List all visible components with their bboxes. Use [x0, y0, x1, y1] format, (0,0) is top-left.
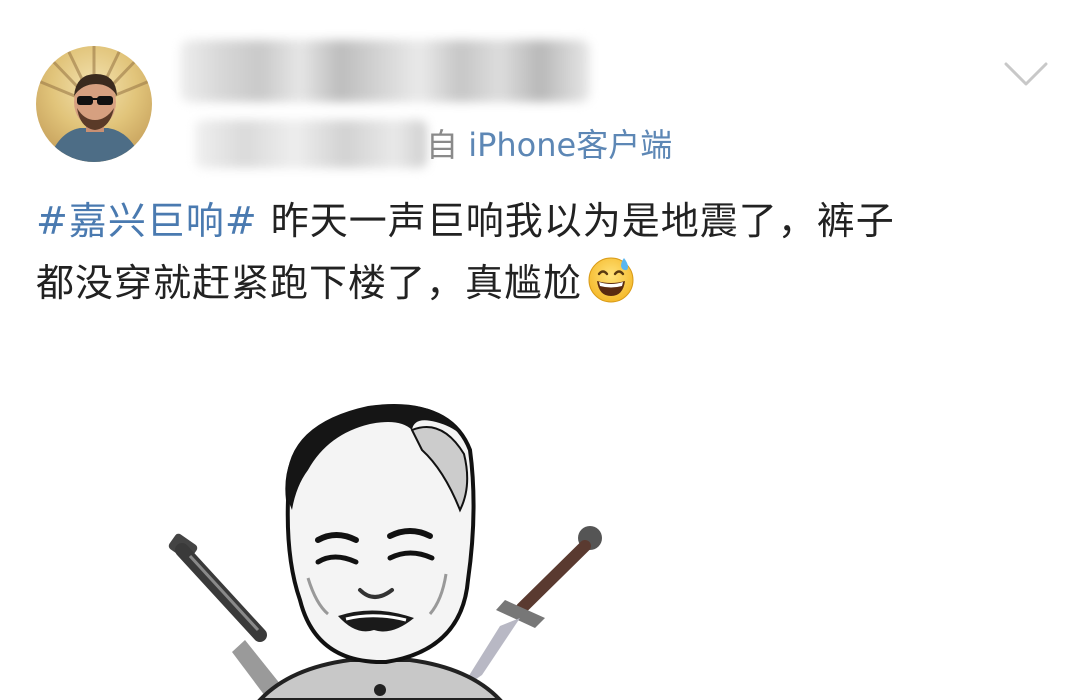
timestamp-blurred [195, 120, 427, 168]
sword-right [460, 526, 602, 690]
post-text: #嘉兴巨响# 昨天一声巨响我以为是地震了，裤子 都没穿就赶紧跑下楼了，真尴尬 [36, 190, 1036, 314]
post-source: 自 iPhone客户端 [426, 124, 672, 166]
source-prefix: 自 [426, 126, 459, 164]
meme-image[interactable] [160, 390, 620, 700]
post-text-line1: 昨天一声巨响我以为是地震了，裤子 [270, 199, 895, 243]
avatar[interactable] [36, 46, 152, 162]
hashtag-link[interactable]: #嘉兴巨响# [36, 199, 258, 243]
post-text-line2: 都没穿就赶紧跑下楼了，真尴尬 [36, 261, 583, 305]
weibo-post: 自 iPhone客户端 #嘉兴巨响# 昨天一声巨响我以为是地震了，裤子 都没穿就… [0, 0, 1080, 700]
source-client: iPhone客户端 [468, 126, 673, 164]
chevron-down-icon[interactable] [1002, 58, 1050, 90]
username-blurred[interactable] [180, 40, 590, 102]
grinning-sweat-emoji [586, 254, 636, 304]
sword-left [168, 533, 285, 700]
